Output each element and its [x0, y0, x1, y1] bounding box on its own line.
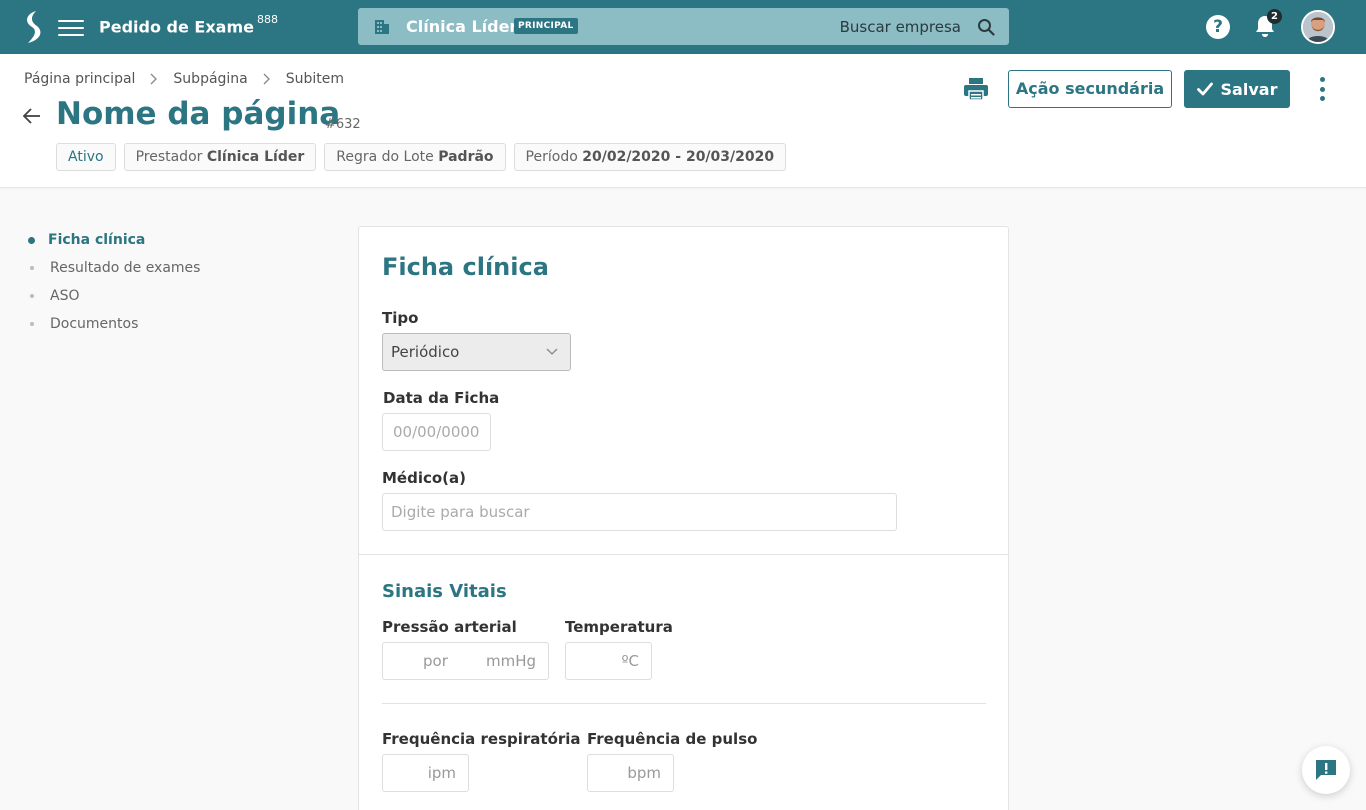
- side-nav-label: Documentos: [50, 316, 139, 332]
- active-dot-icon: [28, 236, 35, 244]
- status-badge: Ativo: [56, 143, 116, 171]
- freq-pulso-unit: bpm: [627, 764, 661, 782]
- tag-periodo-value: 20/02/2020 - 20/03/2020: [582, 149, 775, 165]
- tipo-label: Tipo: [382, 309, 419, 327]
- print-icon[interactable]: [963, 77, 989, 101]
- chevron-down-icon: [546, 348, 558, 355]
- page-title: Nome da página: [56, 96, 341, 132]
- company-principal-badge: PRINCIPAL: [514, 18, 578, 34]
- medico-label: Médico(a): [382, 469, 467, 487]
- chevron-right-icon: [263, 73, 270, 85]
- freq-pulso-label: Frequência de pulso: [587, 730, 758, 748]
- tag-regra-label: Regra do Lote: [336, 149, 434, 165]
- temperatura-label: Temperatura: [565, 618, 673, 636]
- breadcrumb: Página principal Subpágina Subitem: [24, 71, 344, 87]
- dot-icon: [30, 266, 34, 270]
- app-title-superscript: 888: [256, 13, 278, 26]
- pressao-separator: por: [423, 652, 448, 670]
- side-nav-item-aso[interactable]: ASO: [28, 282, 200, 310]
- medico-search-input[interactable]: [382, 493, 897, 531]
- side-nav-item-resultado-exames[interactable]: Resultado de exames: [28, 254, 200, 282]
- dot-icon: [30, 294, 34, 298]
- more-options-icon[interactable]: [1312, 75, 1332, 103]
- tag-prestador: Prestador Clínica Líder: [123, 143, 317, 171]
- company-search-label[interactable]: Buscar empresa: [840, 18, 961, 36]
- temperatura-input[interactable]: ºC: [565, 642, 652, 680]
- user-avatar-image: [1303, 12, 1333, 42]
- page-id: #632: [325, 117, 361, 132]
- feedback-button[interactable]: [1302, 746, 1350, 794]
- side-nav-label: Ficha clínica: [48, 232, 146, 248]
- data-ficha-label: Data da Ficha: [383, 389, 500, 407]
- side-nav-item-ficha-clinica[interactable]: Ficha clínica: [28, 226, 200, 254]
- save-button[interactable]: Salvar: [1184, 70, 1290, 108]
- section-divider: [359, 554, 1008, 555]
- tipo-select-value: Periódico: [391, 343, 460, 361]
- temperatura-unit: ºC: [621, 652, 639, 670]
- back-arrow-icon[interactable]: [22, 106, 42, 126]
- help-icon[interactable]: ?: [1206, 15, 1230, 39]
- breadcrumb-item-subpage[interactable]: Subpágina: [173, 71, 247, 87]
- data-ficha-input[interactable]: [382, 413, 491, 451]
- company-selector[interactable]: Clínica Líder PRINCIPAL Buscar empresa: [358, 8, 1009, 45]
- page-header: Página principal Subpágina Subitem Nome …: [0, 54, 1366, 188]
- tag-regra-value: Padrão: [438, 149, 494, 165]
- inner-divider: [382, 703, 986, 704]
- menu-icon[interactable]: [58, 15, 84, 39]
- section-navigation: Ficha clínica Resultado de exames ASO Do…: [28, 226, 200, 338]
- save-button-label: Salvar: [1220, 79, 1278, 99]
- pressao-arterial-input[interactable]: por mmHg: [382, 642, 549, 680]
- tag-prestador-label: Prestador: [135, 149, 203, 165]
- brand-logo-icon[interactable]: [22, 10, 46, 44]
- breadcrumb-item-subitem[interactable]: Subitem: [286, 71, 344, 87]
- ficha-clinica-card: Ficha clínica Tipo Periódico Data da Fic…: [358, 226, 1009, 810]
- tag-periodo-label: Período: [525, 149, 578, 165]
- side-nav-item-documentos[interactable]: Documentos: [28, 310, 200, 338]
- side-nav-label: ASO: [50, 288, 80, 304]
- search-icon[interactable]: [977, 18, 995, 36]
- freq-respiratoria-input[interactable]: ipm: [382, 754, 469, 792]
- app-title-text: Pedido de Exame: [99, 17, 254, 37]
- company-name: Clínica Líder: [406, 17, 518, 36]
- secondary-action-button[interactable]: Ação secundária: [1008, 70, 1172, 108]
- notification-count-badge: 2: [1267, 9, 1282, 24]
- feedback-icon: [1316, 760, 1336, 780]
- sinais-vitais-title: Sinais Vitais: [382, 581, 507, 602]
- breadcrumb-item-home[interactable]: Página principal: [24, 71, 135, 87]
- header-tags: Ativo Prestador Clínica Líder Regra do L…: [56, 143, 787, 171]
- top-navigation-bar: Pedido de Exame 888 Clínica Líder PRINCIP…: [0, 0, 1366, 54]
- tag-prestador-value: Clínica Líder: [206, 149, 305, 165]
- freq-pulso-input[interactable]: bpm: [587, 754, 674, 792]
- card-title: Ficha clínica: [382, 253, 549, 281]
- tipo-select[interactable]: Periódico: [382, 333, 571, 371]
- freq-respiratoria-label: Frequência respiratória: [382, 730, 581, 748]
- dot-icon: [30, 322, 34, 326]
- freq-respiratoria-unit: ipm: [427, 764, 456, 782]
- side-nav-label: Resultado de exames: [50, 260, 201, 276]
- pressao-arterial-label: Pressão arterial: [382, 618, 517, 636]
- tag-regra-lote: Regra do Lote Padrão: [324, 143, 506, 171]
- user-avatar[interactable]: [1301, 10, 1335, 44]
- building-icon: [375, 20, 389, 34]
- checkmark-icon: [1196, 82, 1213, 96]
- chevron-right-icon: [150, 73, 158, 85]
- app-title: Pedido de Exame 888: [99, 13, 278, 37]
- tag-periodo: Período 20/02/2020 - 20/03/2020: [513, 143, 787, 171]
- pressao-unit: mmHg: [485, 652, 536, 670]
